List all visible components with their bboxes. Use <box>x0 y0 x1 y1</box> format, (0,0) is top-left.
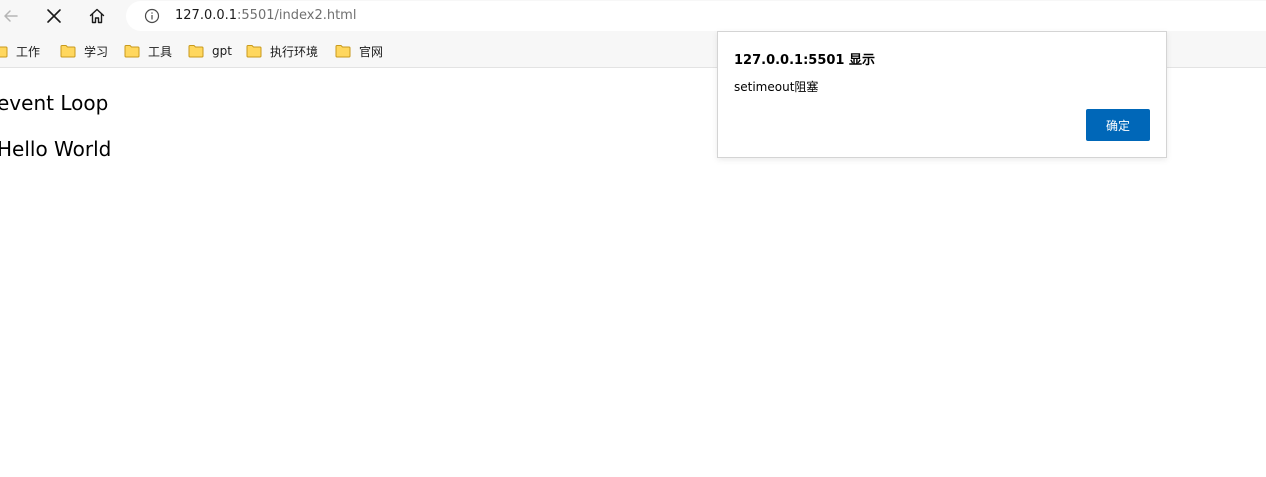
folder-icon <box>188 45 204 58</box>
bookmark-official-site[interactable]: 官网 <box>335 42 383 60</box>
bookmark-work[interactable]: 工作 <box>0 42 40 60</box>
url-path: :5501/index2.html <box>237 8 357 23</box>
bookmark-exec-env[interactable]: 执行环境 <box>246 42 318 60</box>
bookmark-label: 学习 <box>84 44 109 59</box>
folder-icon <box>335 45 351 58</box>
home-button[interactable] <box>82 3 112 29</box>
page-text-hello-world: Hello World <box>0 137 112 161</box>
arrow-left-icon <box>4 10 18 22</box>
folder-icon <box>246 45 262 58</box>
bookmark-gpt[interactable]: gpt <box>188 42 232 60</box>
stop-loading-button[interactable] <box>39 3 69 29</box>
bookmark-label: 官网 <box>359 44 384 59</box>
info-icon[interactable] <box>144 8 160 24</box>
home-icon <box>89 8 105 24</box>
bookmark-label: 工具 <box>148 44 173 59</box>
ok-button[interactable]: 确定 <box>1086 109 1150 141</box>
url-host: 127.0.0.1 <box>175 8 238 23</box>
bookmark-label: 工作 <box>16 44 41 59</box>
dialog-title: 127.0.0.1:5501 显示 <box>734 53 875 68</box>
close-icon <box>47 9 61 23</box>
folder-icon <box>60 45 76 58</box>
bookmark-label: gpt <box>212 44 232 58</box>
back-button[interactable] <box>0 3 26 29</box>
address-bar[interactable]: 127.0.0.1:5501/index2.html <box>126 1 1266 31</box>
alert-dialog: 127.0.0.1:5501 显示 setimeout阻塞 确定 <box>717 31 1167 158</box>
page-text-event-loop: event Loop <box>0 91 109 115</box>
folder-icon <box>124 45 140 58</box>
url-text[interactable]: 127.0.0.1:5501/index2.html <box>175 8 356 24</box>
bookmark-label: 执行环境 <box>270 44 319 59</box>
browser-toolbar: 127.0.0.1:5501/index2.html <box>0 0 1266 33</box>
bookmark-study[interactable]: 学习 <box>60 42 108 60</box>
folder-icon <box>0 46 8 58</box>
dialog-message: setimeout阻塞 <box>734 80 819 94</box>
bookmark-tools[interactable]: 工具 <box>124 42 172 60</box>
